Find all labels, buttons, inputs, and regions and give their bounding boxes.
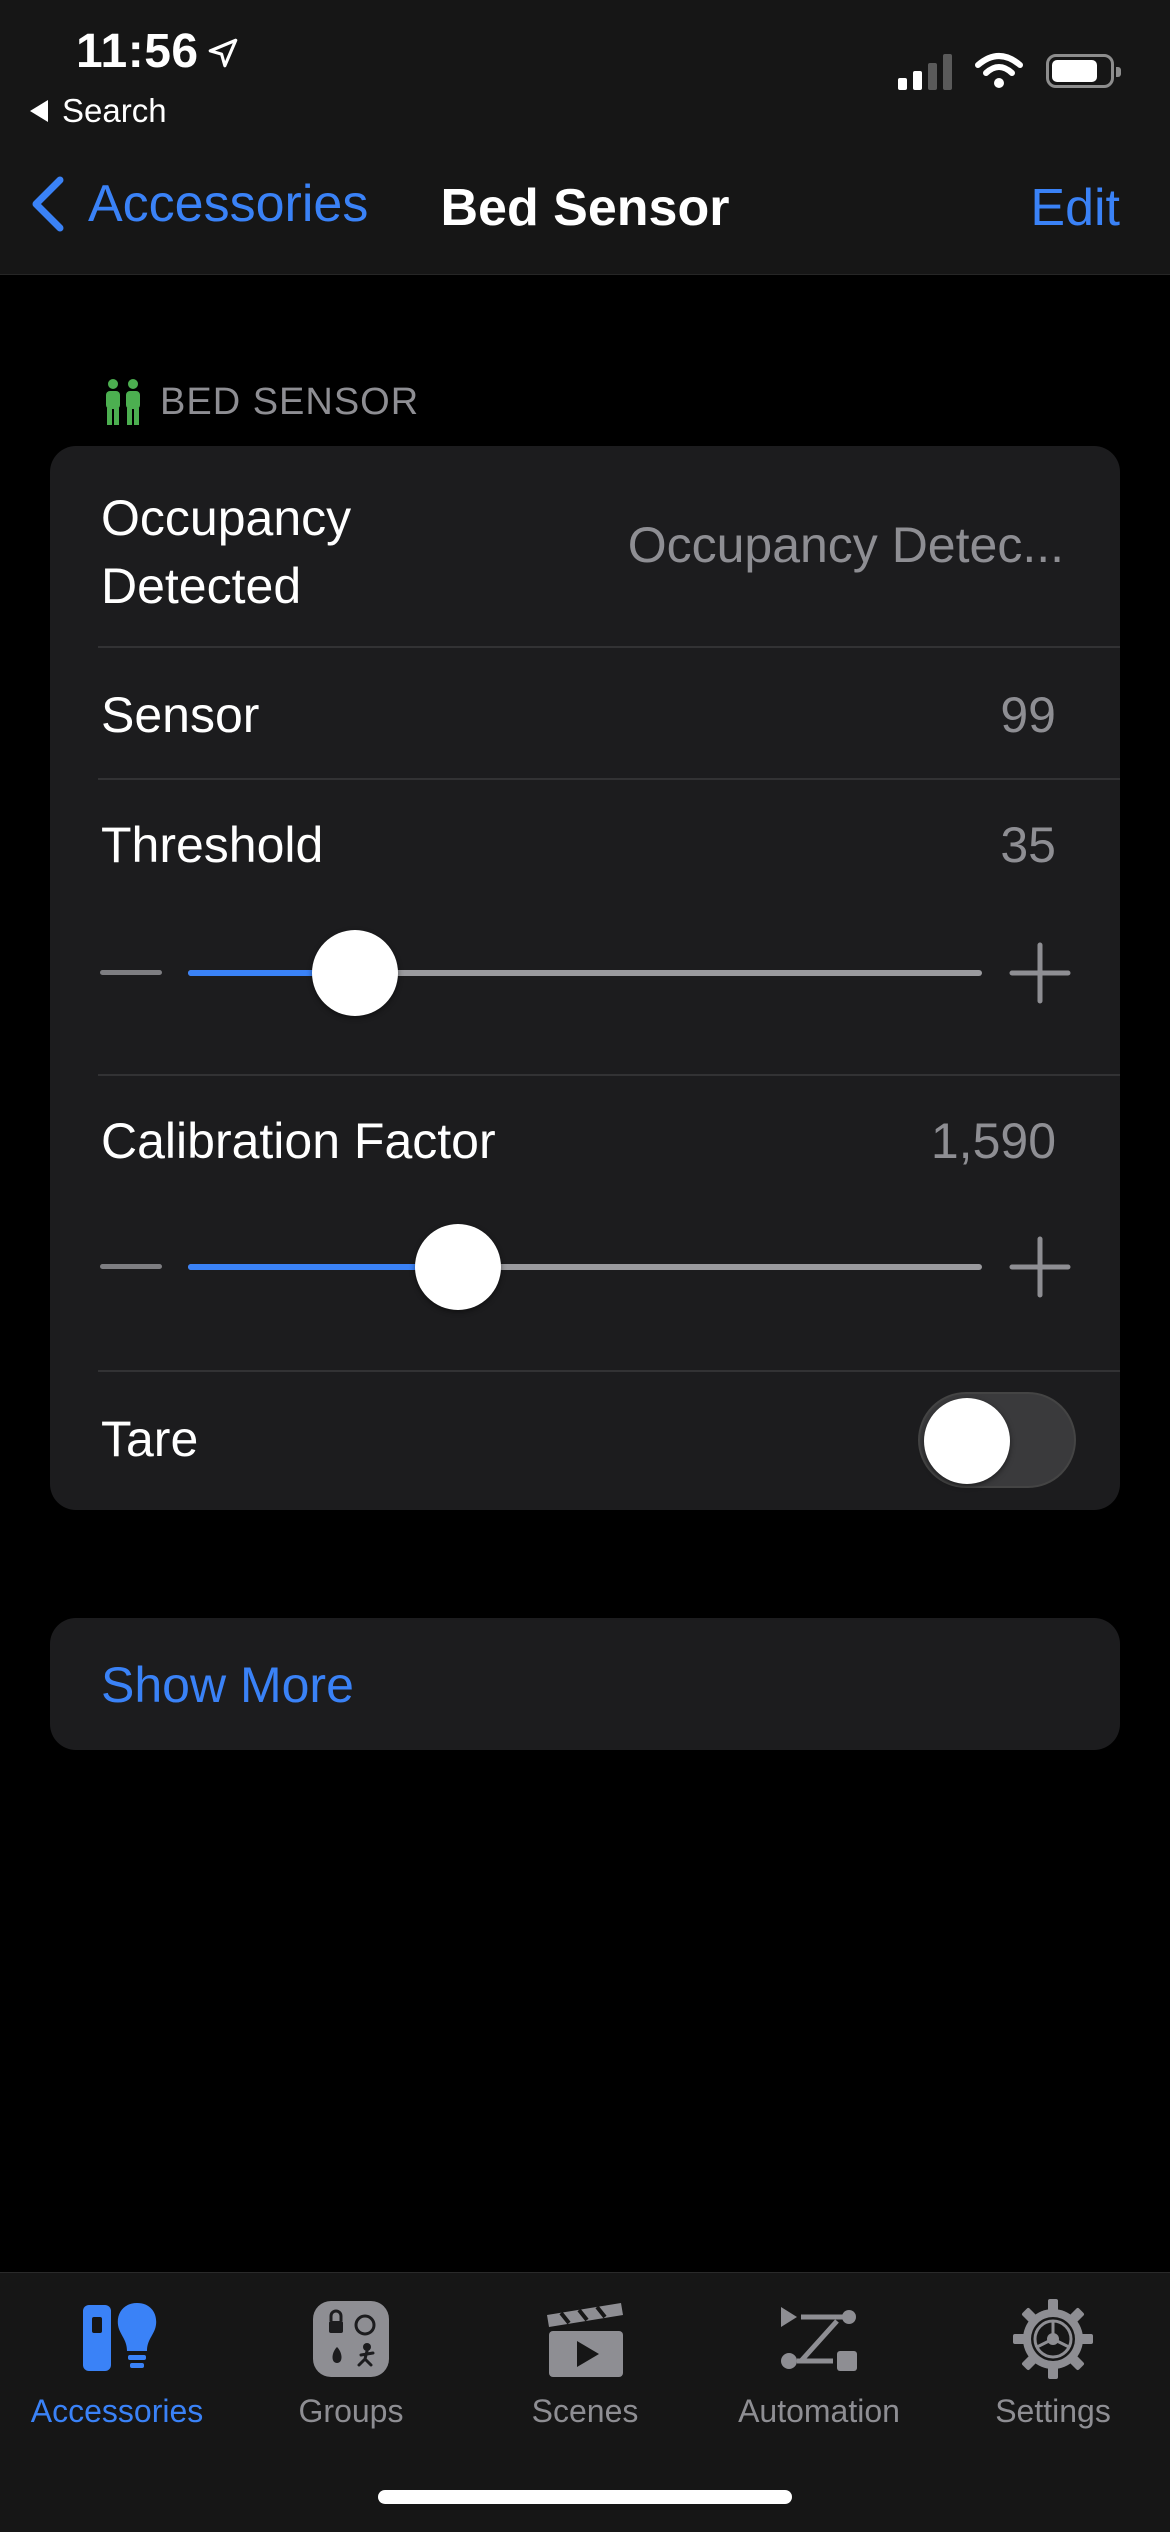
slider-thumb[interactable] bbox=[414, 1224, 501, 1310]
occupancy-row: Occupancy Detected Occupancy Detec... bbox=[50, 446, 1120, 646]
tab-groups[interactable]: Groups bbox=[234, 2291, 468, 2430]
people-icon bbox=[106, 379, 140, 425]
groups-icon bbox=[313, 2301, 389, 2377]
tare-row: Tare bbox=[50, 1372, 1120, 1510]
sensor-label: Sensor bbox=[101, 687, 260, 743]
back-to-accessories-button[interactable]: Accessories bbox=[26, 174, 368, 234]
sensor-row: Sensor 99 bbox=[50, 648, 1120, 778]
status-time: 11:56 bbox=[76, 25, 199, 78]
occupancy-label: Occupancy Detected bbox=[101, 490, 352, 614]
tare-toggle[interactable] bbox=[918, 1392, 1076, 1488]
threshold-row: Threshold 35 bbox=[50, 780, 1120, 1074]
accessory-settings-card: Occupancy Detected Occupancy Detec... Se… bbox=[50, 446, 1120, 1510]
tare-label: Tare bbox=[101, 1411, 199, 1467]
cellular-signal-icon bbox=[898, 52, 952, 90]
sensor-value: 99 bbox=[1000, 687, 1056, 743]
accessories-icon bbox=[83, 2303, 157, 2371]
threshold-value: 35 bbox=[1000, 817, 1056, 873]
tab-accessories[interactable]: Accessories bbox=[0, 2291, 234, 2430]
back-label: Accessories bbox=[88, 175, 369, 233]
tab-automation[interactable]: Automation bbox=[702, 2291, 936, 2430]
status-icons bbox=[898, 52, 1121, 90]
back-to-search-label: Search bbox=[62, 92, 167, 129]
threshold-slider[interactable] bbox=[188, 930, 982, 1016]
occupancy-value: Occupancy Detec... bbox=[627, 517, 1064, 573]
top-bar: 11:56 Search Accessories Bed Sensor Edit bbox=[0, 0, 1170, 275]
location-arrow-icon bbox=[208, 38, 238, 68]
threshold-label: Threshold bbox=[101, 817, 324, 873]
show-more-label: Show More bbox=[101, 1657, 354, 1713]
slider-thumb[interactable] bbox=[311, 930, 398, 1016]
back-triangle-icon bbox=[30, 100, 48, 122]
chevron-left-icon bbox=[32, 176, 64, 232]
tab-settings[interactable]: Settings bbox=[936, 2291, 1170, 2430]
calibration-slider[interactable] bbox=[188, 1224, 982, 1310]
section-header: BED SENSOR bbox=[102, 378, 419, 426]
toggle-knob bbox=[924, 1398, 1010, 1484]
calibration-decrease-button[interactable] bbox=[100, 1264, 162, 1269]
home-indicator bbox=[378, 2490, 792, 2504]
wifi-icon bbox=[975, 53, 1023, 88]
settings-icon bbox=[1013, 2299, 1093, 2379]
calibration-label: Calibration Factor bbox=[101, 1113, 496, 1169]
automation-icon bbox=[781, 2307, 857, 2371]
battery-icon bbox=[1046, 54, 1121, 88]
scenes-icon bbox=[547, 2303, 623, 2377]
plus-icon[interactable] bbox=[1008, 941, 1072, 1005]
calibration-value: 1,590 bbox=[930, 1113, 1056, 1169]
threshold-decrease-button[interactable] bbox=[100, 970, 162, 975]
back-to-search[interactable]: Search bbox=[30, 92, 167, 130]
plus-icon[interactable] bbox=[1008, 1235, 1072, 1299]
show-more-button[interactable]: Show More bbox=[50, 1618, 1120, 1750]
section-header-label: BED SENSOR bbox=[160, 380, 420, 423]
tab-scenes[interactable]: Scenes bbox=[468, 2291, 702, 2430]
calibration-row: Calibration Factor 1,590 bbox=[50, 1076, 1120, 1370]
edit-button[interactable]: Edit bbox=[1030, 178, 1120, 238]
